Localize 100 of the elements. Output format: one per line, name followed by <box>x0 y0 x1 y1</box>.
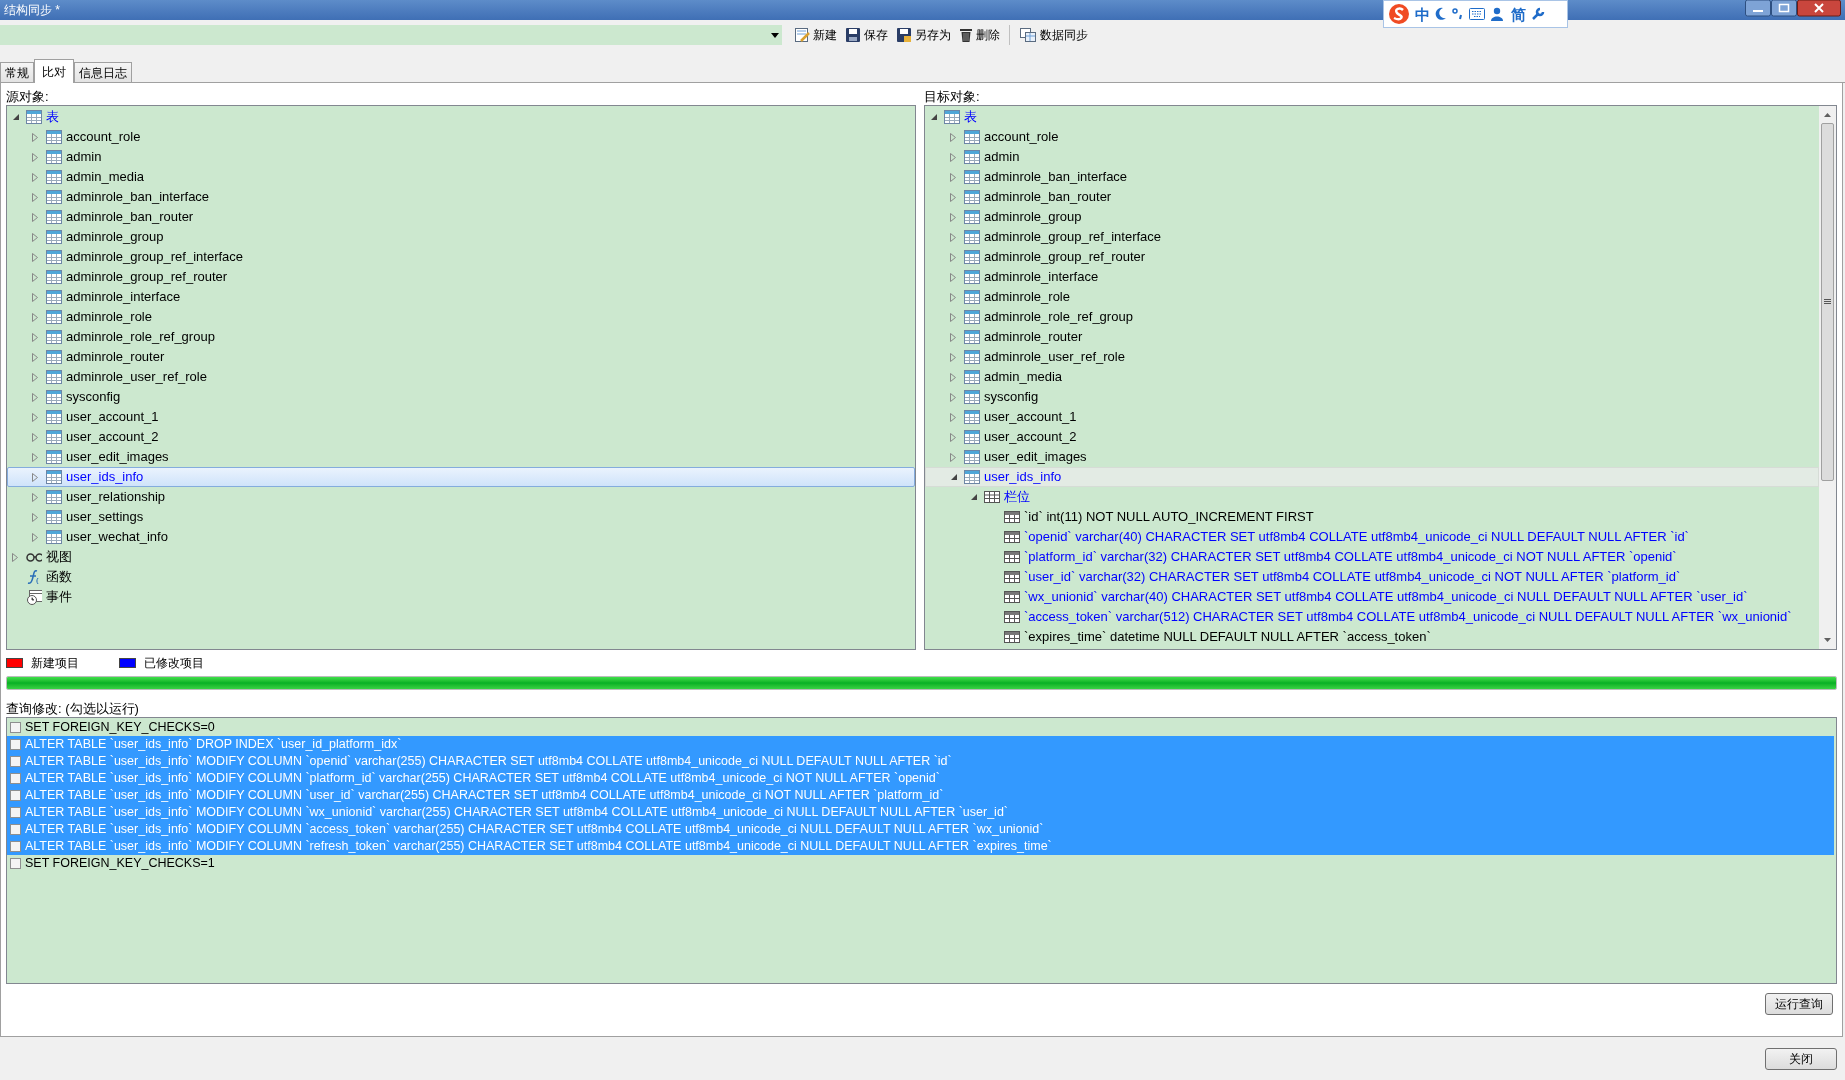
tree-item-label[interactable]: 表 <box>964 107 977 127</box>
punctuation-icon[interactable] <box>1452 7 1464 21</box>
expanded-arrow-icon[interactable] <box>950 473 958 481</box>
tree-item-label[interactable]: admin <box>66 147 102 167</box>
collapsed-arrow-icon[interactable] <box>950 432 956 442</box>
collapsed-arrow-icon[interactable] <box>32 132 38 142</box>
tree-item-label[interactable]: 表 <box>46 107 59 127</box>
collapsed-arrow-icon[interactable] <box>32 232 38 242</box>
collapsed-arrow-icon[interactable] <box>950 272 956 282</box>
checkbox[interactable] <box>10 841 21 852</box>
collapsed-arrow-icon[interactable] <box>32 372 38 382</box>
collapsed-arrow-icon[interactable] <box>950 352 956 362</box>
tree-item-label[interactable]: user_edit_images <box>66 447 169 467</box>
tree-item-label[interactable]: adminrole_group_ref_interface <box>984 227 1162 247</box>
collapsed-arrow-icon[interactable] <box>950 172 956 182</box>
collapsed-arrow-icon[interactable] <box>32 472 38 482</box>
tree-item-label[interactable]: adminrole_role_ref_group <box>66 327 215 347</box>
keyboard-icon[interactable] <box>1469 8 1485 20</box>
tree-item-label[interactable]: `access_token` varchar(512) CHARACTER SET utf8mb4 COLLATE utf8mb4_unicode_ci NULL DEFAULT NULL AFTER `wx_unionid` <box>1024 607 1792 627</box>
collapsed-arrow-icon[interactable] <box>32 432 38 442</box>
tree-item-label[interactable]: `expires_time` datetime NULL DEFAULT NULL AFTER `access_token` <box>1024 627 1431 647</box>
collapsed-arrow-icon[interactable] <box>32 332 38 342</box>
tree-item-label[interactable]: user_account_1 <box>984 407 1077 427</box>
ime-mode-text[interactable]: 中 <box>1415 6 1430 22</box>
tree-item-label[interactable]: adminrole_ban_interface <box>984 167 1128 187</box>
tree-item-label[interactable]: `user_id` varchar(32) CHARACTER SET utf8mb4 COLLATE utf8mb4_unicode_ci NOT NULL AFTER `platform_id` <box>1024 567 1681 587</box>
tree-item-label[interactable]: adminrole_group_ref_router <box>66 267 228 287</box>
collapsed-arrow-icon[interactable] <box>32 492 38 502</box>
tree-item-label[interactable]: user_settings <box>66 507 144 527</box>
tree-item-label[interactable]: user_relationship <box>66 487 165 507</box>
toolbar-button[interactable]: 删除 <box>956 24 1003 46</box>
collapsed-arrow-icon[interactable] <box>32 512 38 522</box>
minimize-icon[interactable] <box>1745 0 1771 17</box>
collapsed-arrow-icon[interactable] <box>32 152 38 162</box>
tree-item-label[interactable]: account_role <box>66 127 141 147</box>
collapsed-arrow-icon[interactable] <box>32 392 38 402</box>
tree-item-label[interactable]: `platform_id` varchar(32) CHARACTER SET utf8mb4 COLLATE utf8mb4_unicode_ci NOT NULL AFTER `openid` <box>1024 547 1677 567</box>
tree-item-label[interactable]: `id` int(11) NOT NULL AUTO_INCREMENT FIRST <box>1024 507 1314 527</box>
collapsed-arrow-icon[interactable] <box>32 172 38 182</box>
checkbox[interactable] <box>10 824 21 835</box>
scroll-thumb[interactable] <box>1821 123 1834 481</box>
tree-item-label[interactable]: admin_media <box>984 367 1063 387</box>
tree-item-label[interactable]: adminrole_role <box>66 307 152 327</box>
tree-item-label[interactable]: adminrole_interface <box>66 287 181 307</box>
logo-icon[interactable] <box>1388 3 1410 25</box>
tree-item-label[interactable]: `openid` varchar(40) CHARACTER SET utf8mb4 COLLATE utf8mb4_unicode_ci NULL DEFAULT NULL AFTER `id` <box>1024 527 1689 547</box>
tree-item-label[interactable]: adminrole_user_ref_role <box>984 347 1125 367</box>
collapsed-arrow-icon[interactable] <box>950 372 956 382</box>
collapsed-arrow-icon[interactable] <box>950 152 956 162</box>
collapsed-arrow-icon[interactable] <box>32 272 38 282</box>
collapsed-arrow-icon[interactable] <box>32 192 38 202</box>
collapsed-arrow-icon[interactable] <box>950 212 956 222</box>
collapsed-arrow-icon[interactable] <box>950 312 956 322</box>
user-icon[interactable] <box>1490 7 1506 21</box>
wrench-icon[interactable] <box>1531 7 1545 21</box>
tree-item-label[interactable]: adminrole_role_ref_group <box>984 307 1133 327</box>
checkbox[interactable] <box>10 807 21 818</box>
close-button[interactable]: 关闭 <box>1765 1047 1837 1070</box>
close-icon[interactable] <box>1797 0 1841 17</box>
tab[interactable]: 比对 <box>34 59 74 83</box>
checkbox[interactable] <box>10 773 21 784</box>
collapsed-arrow-icon[interactable] <box>950 332 956 342</box>
tree-item-label[interactable]: 视图 <box>46 547 72 567</box>
tree-item-label[interactable]: user_ids_info <box>66 467 144 487</box>
tree-item-label[interactable]: sysconfig <box>66 387 121 407</box>
tab[interactable]: 信息日志 <box>74 62 132 82</box>
toolbar-button[interactable]: 新建 <box>791 24 840 46</box>
checkbox[interactable] <box>10 739 21 750</box>
tree-item-label[interactable]: adminrole_group <box>66 227 164 247</box>
collapsed-arrow-icon[interactable] <box>32 212 38 222</box>
tree-item-label[interactable]: admin_media <box>66 167 145 187</box>
tree-item-label[interactable]: `wx_unionid` varchar(40) CHARACTER SET utf8mb4 COLLATE utf8mb4_unicode_ci NULL DEFAULT NULL AFTER `user_id` <box>1024 587 1748 607</box>
tree-item-label[interactable]: account_role <box>984 127 1059 147</box>
tree-item-label[interactable]: adminrole_router <box>984 327 1083 347</box>
tree-item-label[interactable]: 栏位 <box>1004 487 1030 507</box>
tree-item-label[interactable]: user_account_2 <box>984 427 1077 447</box>
run-query-button[interactable]: 运行查询 <box>1765 993 1833 1015</box>
collapsed-arrow-icon[interactable] <box>32 292 38 302</box>
checkbox[interactable] <box>10 858 21 869</box>
collapsed-arrow-icon[interactable] <box>32 352 38 362</box>
toolbar-button[interactable]: 数据同步 <box>1016 24 1091 46</box>
tree-item-label[interactable]: user_wechat_info <box>66 527 168 547</box>
collapsed-arrow-icon[interactable] <box>950 292 956 302</box>
moon-icon[interactable] <box>1435 7 1447 21</box>
tree-item-label[interactable]: adminrole_group_ref_interface <box>66 247 244 267</box>
expanded-arrow-icon[interactable] <box>970 493 978 501</box>
scrollbar[interactable] <box>1819 106 1836 649</box>
checkbox[interactable] <box>10 722 21 733</box>
collapsed-arrow-icon[interactable] <box>32 532 38 542</box>
tree-item-label[interactable]: sysconfig <box>984 387 1039 407</box>
tree-item-label[interactable]: 函数 <box>46 567 72 587</box>
tree-item-label[interactable]: adminrole_user_ref_role <box>66 367 207 387</box>
collapsed-arrow-icon[interactable] <box>950 132 956 142</box>
expanded-arrow-icon[interactable] <box>930 113 938 121</box>
tree-item-label[interactable]: adminrole_ban_router <box>66 207 194 227</box>
collapsed-arrow-icon[interactable] <box>950 452 956 462</box>
checkbox[interactable] <box>10 756 21 767</box>
tree-item-label[interactable]: adminrole_role <box>984 287 1070 307</box>
tree-item-label[interactable]: user_edit_images <box>984 447 1087 467</box>
tab[interactable]: 常规 <box>0 62 34 82</box>
